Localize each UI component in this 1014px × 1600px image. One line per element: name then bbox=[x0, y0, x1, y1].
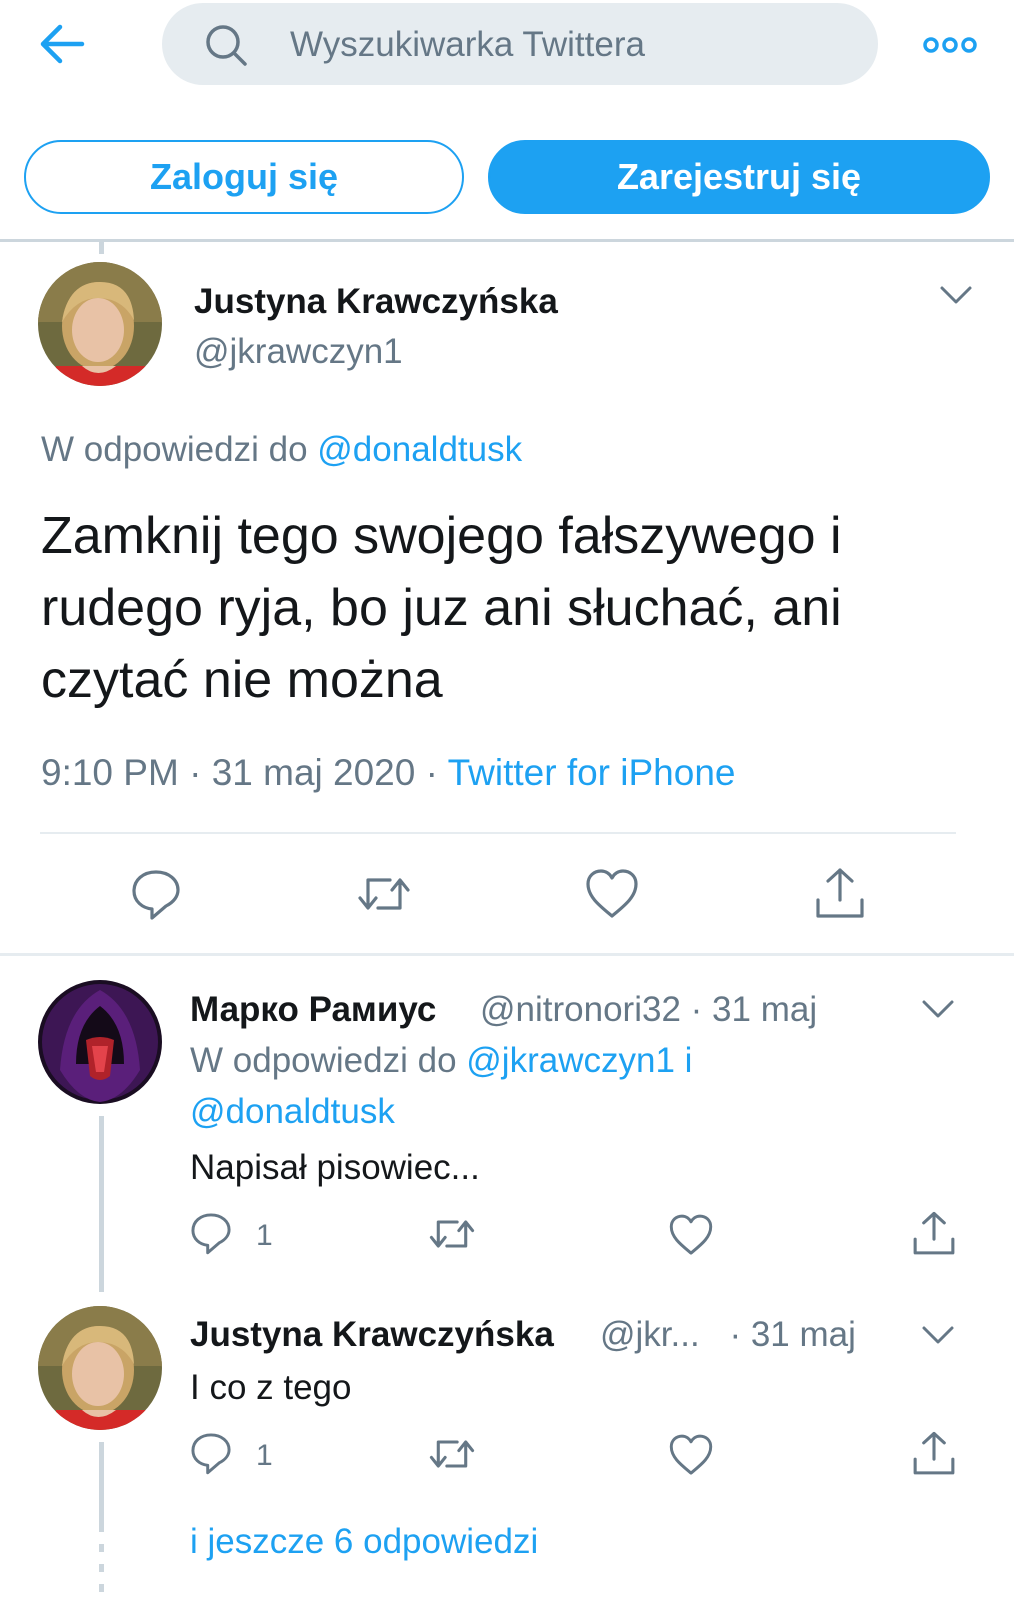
tweet-source-link[interactable]: Twitter for iPhone bbox=[448, 752, 736, 793]
share-icon[interactable] bbox=[910, 1210, 958, 1258]
reply-header-meta: @nitronori32 · 31 maj bbox=[480, 990, 817, 1030]
search-icon bbox=[206, 25, 247, 66]
thread-line bbox=[99, 1116, 104, 1292]
reply-to-link[interactable]: @donaldtusk bbox=[317, 430, 522, 469]
tweet-meta: 9:10 PM · 31 maj 2020 · Twitter for iPho… bbox=[41, 752, 735, 794]
section-divider bbox=[0, 953, 1014, 956]
reply-date[interactable]: 31 maj bbox=[751, 1315, 856, 1354]
reply-context: W odpowiedzi do @jkrawczyn1 i bbox=[190, 1041, 692, 1081]
share-icon[interactable] bbox=[812, 866, 868, 922]
profile-photo-justyna bbox=[38, 1306, 162, 1430]
back-arrow-icon[interactable] bbox=[38, 22, 88, 66]
avatar[interactable] bbox=[38, 980, 162, 1104]
reply-icon[interactable] bbox=[128, 866, 184, 922]
chevron-down-icon[interactable] bbox=[920, 996, 956, 1022]
thread-line-top bbox=[99, 242, 104, 254]
reply-header-meta: @jkr... · 31 maj bbox=[600, 1315, 856, 1355]
reply-text: I co z tego bbox=[190, 1368, 352, 1407]
reply-icon[interactable] bbox=[188, 1430, 234, 1476]
meta-separator: · bbox=[189, 752, 202, 793]
avatar[interactable] bbox=[38, 1306, 162, 1430]
tweet-time[interactable]: 9:10 PM bbox=[41, 752, 179, 793]
like-icon[interactable] bbox=[668, 1212, 714, 1258]
retweet-icon[interactable] bbox=[356, 866, 412, 922]
profile-photo-justyna bbox=[38, 262, 162, 386]
retweet-icon[interactable] bbox=[428, 1210, 476, 1258]
avatar[interactable] bbox=[38, 262, 162, 386]
meta-separator: · bbox=[425, 752, 438, 793]
reply-context: W odpowiedzi do @donaldtusk bbox=[41, 430, 522, 470]
tweet-text: Zamknij tego swojego fałszywego i rudego… bbox=[41, 507, 842, 709]
meta-separator: · bbox=[690, 990, 703, 1029]
thread-line bbox=[99, 1442, 104, 1530]
tweet-divider bbox=[40, 832, 956, 834]
search-placeholder: Wyszukiwarka Twittera bbox=[290, 25, 645, 64]
reply-count: 1 bbox=[256, 1439, 273, 1472]
chevron-down-icon[interactable] bbox=[938, 282, 974, 308]
more-dots-icon[interactable] bbox=[922, 30, 978, 60]
author-handle[interactable]: @nitronori32 bbox=[480, 990, 681, 1029]
reply-prefix: W odpowiedzi do bbox=[190, 1041, 457, 1080]
like-icon[interactable] bbox=[584, 866, 640, 922]
chevron-down-icon[interactable] bbox=[920, 1322, 956, 1348]
more-replies-link[interactable]: i jeszcze 6 odpowiedzi bbox=[190, 1522, 538, 1562]
profile-photo-marko bbox=[38, 980, 162, 1104]
reply-count: 1 bbox=[256, 1219, 273, 1252]
search-input[interactable]: Wyszukiwarka Twittera bbox=[162, 3, 878, 85]
reply-to-link[interactable]: @jkrawczyn1 i bbox=[466, 1041, 692, 1080]
thread-dots bbox=[99, 1524, 104, 1592]
author-name[interactable]: Justyna Krawczyńska bbox=[194, 282, 558, 322]
reply-to-link[interactable]: @donaldtusk bbox=[190, 1092, 395, 1132]
signup-button[interactable]: Zarejestruj się bbox=[488, 140, 990, 214]
retweet-icon[interactable] bbox=[428, 1430, 476, 1478]
reply-prefix: W odpowiedzi do bbox=[41, 430, 308, 469]
login-button[interactable]: Zaloguj się bbox=[24, 140, 464, 214]
header-divider bbox=[0, 239, 1014, 242]
share-icon[interactable] bbox=[910, 1430, 958, 1478]
reply-text: Napisał pisowiec... bbox=[190, 1148, 480, 1187]
author-handle[interactable]: @jkr... bbox=[600, 1315, 700, 1354]
reply-icon[interactable] bbox=[188, 1210, 234, 1256]
meta-separator: · bbox=[729, 1315, 742, 1354]
reply-date[interactable]: 31 maj bbox=[712, 990, 817, 1029]
author-handle[interactable]: @jkrawczyn1 bbox=[194, 332, 403, 372]
tweet-date[interactable]: 31 maj 2020 bbox=[212, 752, 416, 793]
like-icon[interactable] bbox=[668, 1432, 714, 1478]
author-name[interactable]: Justyna Krawczyńska bbox=[190, 1315, 554, 1355]
author-name[interactable]: Марко Рамиус bbox=[190, 990, 436, 1030]
